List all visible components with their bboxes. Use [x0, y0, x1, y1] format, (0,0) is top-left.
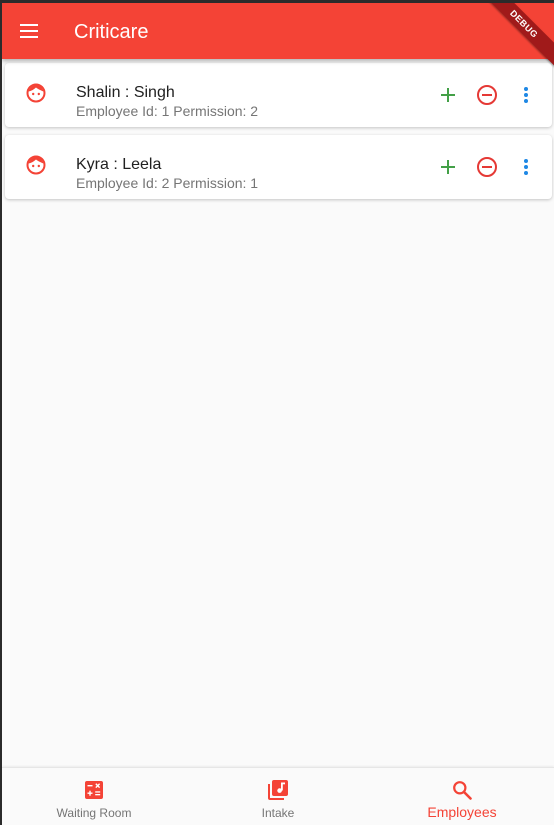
plus-icon: [441, 160, 455, 174]
nav-item-intake[interactable]: Intake: [186, 768, 370, 825]
more-vert-icon: [524, 87, 528, 103]
employee-card[interactable]: Shalin : Singh Employee Id: 1 Permission…: [5, 63, 552, 127]
library-music-icon: [268, 780, 288, 800]
menu-icon: [20, 24, 38, 38]
app-title: Criticare: [74, 21, 149, 43]
employee-name: Kyra : Leela: [76, 156, 162, 173]
face-icon: [26, 155, 46, 175]
minus-circle-icon: [477, 85, 497, 105]
plus-icon: [441, 88, 455, 102]
app-screen: Criticare DEBUG Shalin : Singh Employee …: [2, 3, 554, 825]
remove-button[interactable]: [475, 83, 499, 107]
more-options-button[interactable]: [514, 155, 538, 179]
menu-button[interactable]: [14, 15, 46, 47]
employee-meta: Employee Id: 2 Permission: 1: [76, 175, 259, 191]
employee-card[interactable]: Kyra : Leela Employee Id: 2 Permission: …: [5, 135, 552, 199]
add-button[interactable]: [436, 155, 460, 179]
bottom-navigation: Waiting Room Intake Employees: [2, 767, 554, 825]
remove-button[interactable]: [475, 155, 499, 179]
nav-item-waiting-room[interactable]: Waiting Room: [2, 768, 186, 825]
nav-label: Employees: [427, 804, 497, 820]
nav-item-employees[interactable]: Employees: [370, 768, 554, 825]
search-icon: [453, 781, 472, 800]
more-vert-icon: [524, 159, 528, 175]
add-button[interactable]: [436, 83, 460, 107]
app-bar: Criticare DEBUG: [2, 3, 554, 73]
minus-circle-icon: [477, 157, 497, 177]
more-options-button[interactable]: [514, 83, 538, 107]
nav-label: Waiting Room: [56, 806, 132, 820]
calculator-icon: [85, 781, 103, 799]
face-icon: [26, 83, 46, 103]
employee-name: Shalin : Singh: [76, 84, 175, 101]
employee-meta: Employee Id: 1 Permission: 2: [76, 103, 259, 119]
debug-banner: DEBUG: [475, 3, 554, 73]
nav-label: Intake: [261, 806, 295, 820]
